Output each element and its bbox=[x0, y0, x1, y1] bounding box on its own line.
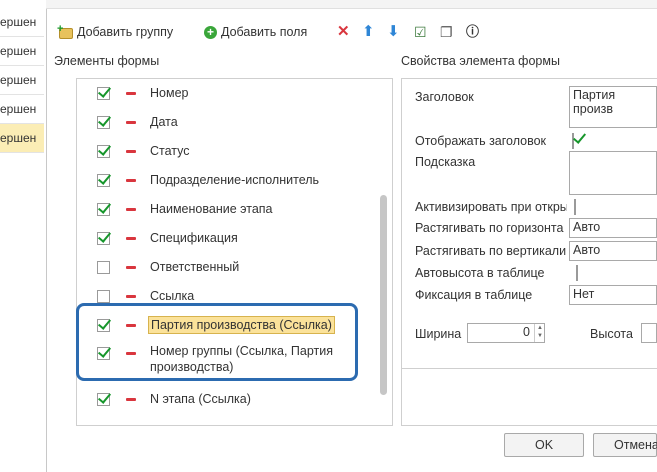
item-checkbox[interactable] bbox=[97, 289, 110, 303]
minus-icon bbox=[126, 236, 136, 240]
background-row-text: ершен bbox=[0, 44, 37, 58]
tree-item-label: Спецификация bbox=[150, 231, 238, 245]
header-field[interactable]: Партия произв bbox=[569, 86, 657, 128]
fix-label: Фиксация в таблице bbox=[415, 288, 533, 302]
activate-checkbox[interactable] bbox=[574, 199, 576, 215]
minus-icon bbox=[126, 265, 136, 269]
add-fields-label: Добавить поля bbox=[221, 25, 308, 39]
background-row: ершен bbox=[0, 95, 44, 124]
tree-item[interactable]: Ответственный bbox=[97, 256, 239, 278]
minus-icon bbox=[126, 178, 136, 182]
minus-icon bbox=[126, 294, 136, 298]
hint-label: Подсказка bbox=[415, 155, 476, 169]
item-checkbox[interactable] bbox=[97, 173, 110, 187]
dialog-title-strip bbox=[46, 0, 657, 9]
left-panel-title: Элементы формы bbox=[54, 54, 160, 68]
background-row-text: ершен bbox=[0, 15, 37, 29]
background-row: ершен bbox=[0, 66, 44, 95]
minus-icon bbox=[126, 397, 136, 401]
header-label: Заголовок bbox=[415, 90, 474, 104]
tree-item[interactable]: Наименование этапа bbox=[97, 198, 273, 220]
background-row: ершен bbox=[0, 37, 44, 66]
fix-field[interactable]: Нет bbox=[569, 285, 657, 305]
delete-icon[interactable]: ✕ bbox=[337, 22, 350, 42]
right-panel-title: Свойства элемента формы bbox=[401, 54, 560, 68]
copy-icon[interactable]: ❐ bbox=[440, 22, 453, 42]
hint-field[interactable] bbox=[569, 151, 657, 195]
item-checkbox[interactable] bbox=[97, 231, 110, 245]
autoheight-checkbox[interactable] bbox=[576, 265, 578, 281]
folder-add-icon bbox=[57, 23, 73, 39]
item-checkbox[interactable] bbox=[97, 86, 110, 100]
minus-icon bbox=[126, 120, 136, 124]
height-label: Высота bbox=[590, 327, 633, 341]
width-label: Ширина bbox=[415, 327, 462, 341]
tree-scrollbar-thumb[interactable] bbox=[380, 195, 387, 395]
minus-icon bbox=[126, 207, 136, 211]
tree-item-label: Наименование этапа bbox=[150, 202, 273, 216]
add-fields-button[interactable]: + Добавить поля bbox=[204, 22, 307, 42]
stretch-h-label: Растягивать по горизонта bbox=[415, 221, 564, 235]
tree-item-label: Статус bbox=[150, 144, 190, 158]
check-all-icon[interactable]: ☑ bbox=[414, 22, 427, 42]
item-checkbox[interactable] bbox=[97, 202, 110, 216]
item-checkbox[interactable] bbox=[97, 260, 110, 274]
background-list: ершен ершен ершен ершен ершен bbox=[0, 0, 46, 472]
tree-item-label: Подразделение-исполнитель bbox=[150, 173, 320, 187]
arrow-up-icon[interactable]: ⬆ bbox=[362, 22, 375, 42]
show-header-checkbox[interactable] bbox=[572, 133, 574, 149]
tree-item[interactable]: Дата bbox=[97, 111, 178, 133]
autoheight-label: Автовысота в таблице bbox=[415, 266, 545, 280]
plus-circle-icon: + bbox=[204, 25, 217, 39]
add-group-label: Добавить группу bbox=[77, 25, 174, 39]
background-row-text: ершен bbox=[0, 102, 37, 116]
tree-item[interactable]: Номер bbox=[97, 82, 188, 104]
width-spinner[interactable]: ▲ ▼ bbox=[534, 324, 545, 342]
background-row-text: ершен bbox=[0, 131, 37, 145]
stretch-h-field[interactable]: Авто bbox=[569, 218, 657, 238]
arrow-down-icon[interactable]: ⬇ bbox=[387, 22, 400, 42]
tree-item-label: Номер bbox=[150, 86, 189, 100]
item-checkbox[interactable] bbox=[97, 144, 110, 158]
help-icon[interactable]: ⓘ bbox=[466, 22, 479, 42]
tree-item-label: Дата bbox=[150, 115, 178, 129]
tree-item-label: N этапа (Ссылка) bbox=[150, 392, 251, 406]
height-field[interactable] bbox=[641, 323, 657, 343]
item-checkbox[interactable] bbox=[97, 115, 110, 129]
show-header-label: Отображать заголовок bbox=[415, 134, 547, 148]
properties-divider bbox=[401, 368, 657, 369]
tree-item[interactable]: Статус bbox=[97, 140, 190, 162]
minus-icon bbox=[126, 149, 136, 153]
stretch-v-field[interactable]: Авто bbox=[569, 241, 657, 261]
tree-item[interactable]: Спецификация bbox=[97, 227, 238, 249]
highlight-annotation bbox=[76, 303, 358, 381]
tree-item-label: Ссылка bbox=[150, 289, 195, 303]
tree-item[interactable]: N этапа (Ссылка) bbox=[97, 388, 251, 410]
stretch-v-label: Растягивать по вертикали bbox=[415, 244, 567, 258]
minus-icon bbox=[126, 91, 136, 95]
ok-button[interactable]: OK bbox=[504, 433, 584, 457]
cancel-button[interactable]: Отмена bbox=[593, 433, 657, 457]
background-row: ершен bbox=[0, 8, 44, 37]
background-row-text: ершен bbox=[0, 73, 37, 87]
item-checkbox[interactable] bbox=[97, 392, 110, 406]
background-row-selected: ершен bbox=[0, 124, 44, 153]
tree-item[interactable]: Подразделение-исполнитель bbox=[97, 169, 319, 191]
add-group-button[interactable]: Добавить группу bbox=[57, 22, 174, 42]
tree-item-label: Ответственный bbox=[150, 260, 240, 274]
activate-label: Активизировать при откры bbox=[415, 200, 567, 214]
